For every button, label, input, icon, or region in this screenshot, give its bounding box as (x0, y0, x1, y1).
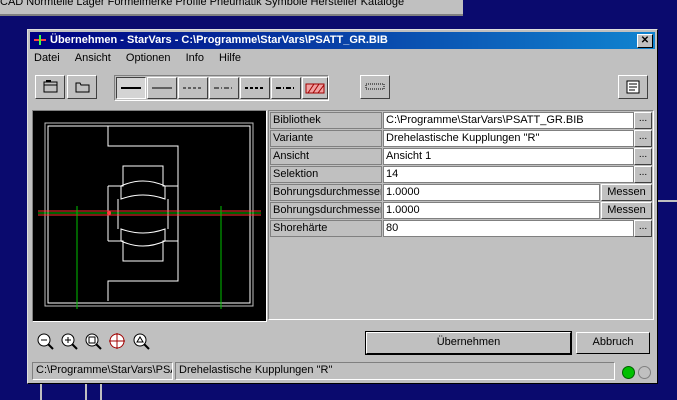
status-led-green (622, 366, 635, 379)
line-dashed-bold-icon (245, 87, 265, 89)
menu-info[interactable]: Info (184, 51, 206, 65)
prop-label: Ansicht (270, 148, 382, 165)
prop-value-selektion[interactable]: 14 (383, 166, 634, 183)
background-line (658, 200, 677, 202)
drawing-preview[interactable] (32, 110, 267, 322)
background-line (40, 384, 42, 400)
line-dashed-icon (183, 87, 203, 89)
prop-value-bibliothek[interactable]: C:\Programme\StarVars\PSATT_GR.BIB (383, 112, 634, 129)
reference-point (107, 211, 111, 215)
prop-value-bohrung-2[interactable]: 1.0000 (383, 202, 600, 219)
menu-datei[interactable]: Datei (32, 51, 62, 65)
status-led-gray (638, 366, 651, 379)
background-menu-text: CAD Normteile Lager Formelmerke Profile … (0, 0, 405, 8)
zoom-window-icon[interactable] (82, 330, 104, 352)
prop-row-ansicht: Ansicht Ansicht 1 ... (270, 148, 652, 165)
zoom-center-icon[interactable] (106, 330, 128, 352)
close-button[interactable]: ✕ (637, 34, 653, 48)
messen-button-2[interactable]: Messen (601, 202, 652, 219)
menu-optionen[interactable]: Optionen (124, 51, 173, 65)
dotted-line-button[interactable] (360, 75, 390, 99)
zoom-in-icon[interactable] (58, 330, 80, 352)
folder-button[interactable] (67, 75, 97, 99)
browse-shorehaerte-button[interactable]: ... (634, 220, 652, 237)
browse-bibliothek-button[interactable]: ... (634, 112, 652, 129)
prop-row-bohrung-1: Bohrungsdurchmesser 1.0000 Messen (270, 184, 652, 201)
inner-sides (117, 199, 169, 229)
prop-row-selektion: Selektion 14 ... (270, 166, 652, 183)
browse-ansicht-button[interactable]: ... (634, 148, 652, 165)
line-dashdot-bold-icon (276, 87, 296, 89)
upper-hub-outline (107, 126, 179, 187)
background-app-menubar: CAD Normteile Lager Formelmerke Profile … (0, 0, 463, 16)
prop-label: Bohrungsdurchmesser (270, 184, 382, 201)
apply-button[interactable]: Übernehmen (365, 331, 572, 355)
folder-icon (75, 82, 90, 93)
line-thick-icon (121, 87, 141, 89)
open-library-icon (43, 80, 58, 93)
prop-label: Selektion (270, 166, 382, 183)
line-thick-button[interactable] (116, 77, 146, 99)
starvars-dialog: Übernehmen - StarVars - C:\Programme\Sta… (27, 29, 658, 384)
menu-bar: Datei Ansicht Optionen Info Hilfe (32, 51, 251, 67)
cancel-button[interactable]: Abbruch (576, 332, 650, 354)
lower-hub-outline (107, 240, 179, 301)
line-dashed-bold-button[interactable] (240, 77, 270, 99)
prop-label: Bohrungsdurchmesser (270, 202, 382, 219)
toolbar (32, 75, 653, 103)
line-dashdot-button[interactable] (209, 77, 239, 99)
line-thin-button[interactable] (147, 77, 177, 99)
background-line (85, 384, 87, 400)
prop-label: Variante (270, 130, 382, 147)
status-bar: C:\Programme\StarVars\PSATT_GR.BIB Drehe… (32, 362, 653, 380)
prop-value-variante[interactable]: Drehelastische Kupplungen "R" (383, 130, 634, 147)
zoom-fit-icon[interactable] (130, 330, 152, 352)
browse-variante-button[interactable]: ... (634, 130, 652, 147)
dotted-line-icon (365, 83, 385, 90)
browse-selektion-button[interactable]: ... (634, 166, 652, 183)
messen-button-1[interactable]: Messen (601, 184, 652, 201)
prop-label: Shorehärte (270, 220, 382, 237)
title-bar[interactable]: Übernehmen - StarVars - C:\Programme\Sta… (30, 32, 655, 49)
line-dashdot-bold-button[interactable] (271, 77, 301, 99)
status-variant: Drehelastische Kupplungen "R" (175, 362, 615, 380)
upper-elastic-element (120, 180, 166, 200)
prop-row-variante: Variante Drehelastische Kupplungen "R" .… (270, 130, 652, 147)
menu-hilfe[interactable]: Hilfe (217, 51, 243, 65)
line-dashdot-icon (214, 87, 234, 89)
window-title: Übernehmen - StarVars - C:\Programme\Sta… (50, 34, 388, 46)
hatch-icon (305, 83, 325, 94)
properties-button[interactable] (618, 75, 648, 99)
prop-value-shorehaerte[interactable]: 80 (383, 220, 634, 237)
coupling-drawing (38, 122, 261, 309)
line-dashed-button[interactable] (178, 77, 208, 99)
prop-row-bibliothek: Bibliothek C:\Programme\StarVars\PSATT_G… (270, 112, 652, 129)
status-path: C:\Programme\StarVars\PSATT_GR.BIB (32, 362, 173, 380)
prop-row-bohrung-2: Bohrungsdurchmesser 1.0000 Messen (270, 202, 652, 219)
zoom-out-icon[interactable] (34, 330, 56, 352)
background-line (100, 384, 102, 400)
prop-row-shorehaerte: Shorehärte 80 ... (270, 220, 652, 237)
prop-value-ansicht[interactable]: Ansicht 1 (383, 148, 634, 165)
prop-value-bohrung-1[interactable]: 1.0000 (383, 184, 600, 201)
prop-label: Bibliothek (270, 112, 382, 129)
properties-icon (626, 80, 640, 94)
menu-ansicht[interactable]: Ansicht (73, 51, 113, 65)
line-thin-icon (152, 87, 172, 89)
app-icon (34, 35, 46, 45)
hatch-button[interactable] (302, 77, 328, 99)
properties-grid: Bibliothek C:\Programme\StarVars\PSATT_G… (268, 110, 654, 320)
lower-elastic-element (120, 228, 166, 247)
open-library-button[interactable] (35, 75, 65, 99)
line-style-group (114, 75, 329, 101)
